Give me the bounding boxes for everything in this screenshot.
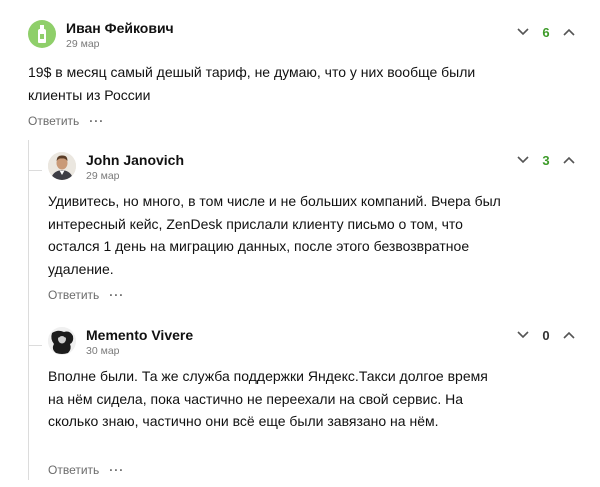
bottle-icon: [38, 25, 46, 43]
comment-author[interactable]: John Janovich: [86, 152, 184, 169]
comment-date[interactable]: 29 мар: [86, 170, 184, 182]
upvote-button[interactable]: [558, 325, 580, 345]
downvote-button[interactable]: [512, 325, 534, 345]
chevron-down-icon: [517, 156, 529, 164]
chevron-down-icon: [517, 28, 529, 36]
comment-score: 3: [542, 152, 550, 168]
comment-actions: Ответить ···: [28, 114, 104, 128]
comment-author[interactable]: Иван Фейкович: [66, 20, 174, 37]
comment-memento: Memento Vivere 30 мар 0 Вполне были. Та …: [0, 315, 600, 487]
reply-connector: [28, 345, 42, 346]
comment-header: Иван Фейкович 29 мар: [28, 20, 174, 50]
comment-date[interactable]: 30 мар: [86, 345, 193, 357]
comment-author[interactable]: Memento Vivere: [86, 327, 193, 344]
reply-link[interactable]: Ответить: [48, 288, 99, 302]
comment-actions: Ответить ···: [48, 288, 124, 302]
avatar[interactable]: [28, 20, 56, 48]
vote-controls: 0: [512, 325, 580, 345]
reply-link[interactable]: Ответить: [28, 114, 79, 128]
dark-figure-icon: [48, 327, 76, 355]
chevron-up-icon: [563, 28, 575, 36]
avatar[interactable]: [48, 327, 76, 355]
person-photo-icon: [48, 152, 76, 180]
reply-link[interactable]: Ответить: [48, 463, 99, 477]
upvote-button[interactable]: [558, 150, 580, 170]
comment-actions: Ответить ···: [48, 463, 124, 477]
more-options-button[interactable]: ···: [109, 463, 124, 477]
comment-text: Вполне были. Та же служба поддержки Янде…: [48, 368, 488, 429]
comment-date[interactable]: 29 мар: [66, 38, 174, 50]
chevron-up-icon: [563, 156, 575, 164]
downvote-button[interactable]: [512, 150, 534, 170]
comment-john: John Janovich 29 мар 3 Удивитесь, но мно…: [0, 140, 600, 310]
more-options-button[interactable]: ···: [89, 114, 104, 128]
more-options-button[interactable]: ···: [109, 288, 124, 302]
comment-score: 0: [542, 327, 550, 343]
vote-controls: 6: [512, 22, 580, 42]
reply-connector: [28, 170, 42, 171]
chevron-up-icon: [563, 331, 575, 339]
comment-header: Memento Vivere 30 мар: [48, 327, 193, 357]
comment-score: 6: [542, 24, 550, 40]
comment-header: John Janovich 29 мар: [48, 152, 184, 182]
upvote-button[interactable]: [558, 22, 580, 42]
avatar[interactable]: [48, 152, 76, 180]
comment-text: 19$ в месяц самый дешый тариф, не думаю,…: [28, 64, 476, 103]
comment-text: Удивитесь, но много, в том числе и не бо…: [48, 193, 501, 277]
chevron-down-icon: [517, 331, 529, 339]
comment-ivan: Иван Фейкович 29 мар 6 19$ в месяц самый…: [0, 0, 600, 130]
downvote-button[interactable]: [512, 22, 534, 42]
vote-controls: 3: [512, 150, 580, 170]
